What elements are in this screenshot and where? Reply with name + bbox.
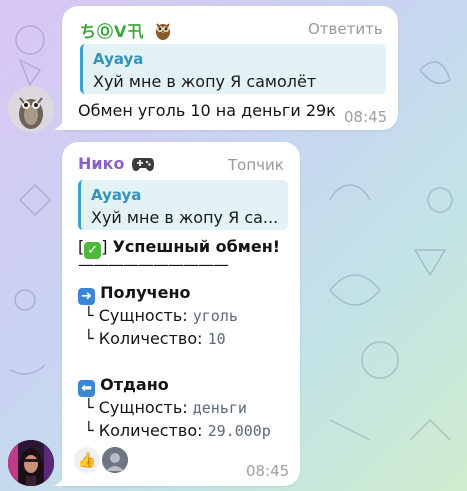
tree-branch-glyph: └ (84, 329, 94, 348)
sender-name[interactable]: Нико (78, 154, 155, 176)
entity-value: деньги (192, 399, 247, 417)
owl-icon (153, 20, 173, 44)
received-title: Получено (100, 283, 191, 302)
sender-name[interactable]: ちⓄⅤ卂 (80, 18, 173, 44)
given-entity-row: └ Сущность: деньги (84, 398, 247, 417)
given-heading: ⬅ Отдано (78, 375, 169, 397)
entity-value: уголь (192, 307, 238, 325)
quote-text: Хуй мне в жопу Я самолёт (93, 72, 317, 91)
quoted-message[interactable]: Ayaya Хуй мне в жопу Я са... (78, 180, 288, 230)
message-text: Обмен уголь 10 на деньги 29к (78, 101, 336, 120)
exchange-title-text: Успешный обмен! (112, 237, 281, 256)
sender-name-text[interactable]: Нико (78, 154, 124, 173)
quote-text: Хуй мне в жопу Я са... (91, 208, 279, 227)
sender-name-text[interactable]: ちⓄⅤ卂 (80, 22, 144, 41)
sender-avatar[interactable] (8, 440, 54, 486)
quoted-message[interactable]: Ayaya Хуй мне в жопу Я самолёт (80, 44, 386, 94)
quantity-value: 10 (207, 330, 226, 348)
tree-branch-glyph: └ (84, 306, 94, 325)
divider-line: —————————— (78, 255, 229, 274)
given-title: Отдано (100, 375, 169, 394)
received-qty-row: └ Количество: 10 (84, 329, 226, 348)
quote-author: Ayaya (93, 50, 144, 68)
received-heading: ➜ Получено (78, 283, 191, 305)
quantity-label: Количество: (98, 421, 203, 440)
quantity-value: 29.000р (207, 422, 271, 440)
bracket-close: ] (101, 237, 108, 256)
tree-branch-glyph: └ (84, 421, 94, 440)
quantity-label: Количество: (98, 329, 203, 348)
entity-label: Сущность: (98, 306, 188, 325)
arrow-right-icon: ➜ (78, 288, 95, 305)
gamepad-icon (132, 154, 155, 176)
owl-avatar-image (8, 86, 54, 132)
reactor-avatar[interactable] (102, 447, 128, 473)
member-role-label: Топчик (228, 156, 284, 174)
given-qty-row: └ Количество: 29.000р (84, 421, 271, 440)
quote-author: Ayaya (91, 186, 142, 204)
message-time: 08:45 (246, 462, 290, 480)
received-entity-row: └ Сущность: уголь (84, 306, 238, 325)
message-time: 08:45 (344, 108, 388, 126)
reactions-bar[interactable]: 👍 (74, 447, 128, 473)
girl-avatar-image (8, 440, 54, 486)
reply-button[interactable]: Ответить (308, 20, 383, 38)
arrow-left-icon: ⬅ (78, 380, 95, 397)
tree-branch-glyph: └ (84, 398, 94, 417)
thumbs-up-icon[interactable]: 👍 (74, 447, 100, 473)
sender-avatar[interactable] (8, 86, 54, 132)
entity-label: Сущность: (98, 398, 188, 417)
